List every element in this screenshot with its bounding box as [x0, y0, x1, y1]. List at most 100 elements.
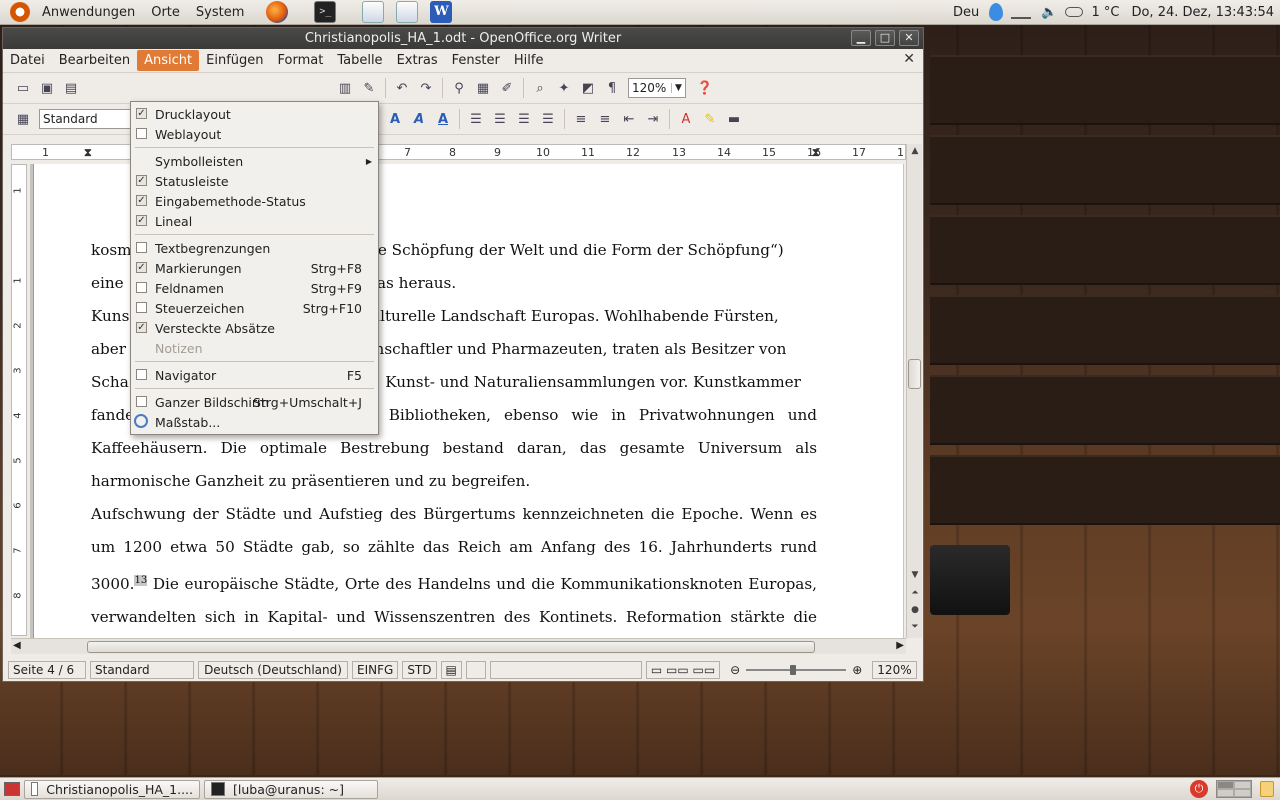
document-modified-icon[interactable]: ▤ [440, 661, 462, 679]
decrease-indent-icon[interactable]: ⇤ [618, 109, 640, 129]
text-editor-icon[interactable] [396, 1, 419, 23]
text-fragment[interactable]: Die europäische Städte, Orte des Handeln… [153, 575, 817, 593]
close-button[interactable]: ✕ [899, 30, 919, 46]
align-right-icon[interactable]: ☰ [513, 109, 535, 129]
menu-item-versteckte-absaetze[interactable]: ✓ Versteckte Absätze [131, 318, 378, 338]
zoom-slider-knob[interactable] [790, 665, 797, 675]
zoom-combobox[interactable]: 120% ▼ [628, 78, 686, 98]
menu-format[interactable]: Format [271, 50, 331, 71]
clock[interactable]: Do, 24. Dez, 13:43:54 [1131, 5, 1274, 20]
workspace-3[interactable] [1217, 789, 1234, 797]
menu-places[interactable]: Orte [143, 5, 188, 20]
menu-item-symbolleisten[interactable]: Symbolleisten ▶ [131, 151, 378, 171]
format-paintbrush-icon[interactable]: ✎ [358, 78, 380, 98]
menu-item-weblayout[interactable]: Weblayout [131, 124, 378, 144]
footnote-anchor[interactable]: 13 [134, 575, 148, 586]
view-layout-icon[interactable]: ▭ ▭▭ ▭▭ [645, 661, 721, 679]
increase-indent-icon[interactable]: ⇥ [642, 109, 664, 129]
workspace-4[interactable] [1234, 789, 1251, 797]
paste-icon[interactable]: ▥ [334, 78, 356, 98]
menu-ansicht[interactable]: Ansicht [137, 50, 200, 71]
gallery-icon[interactable]: ◩ [577, 78, 599, 98]
text-line[interactable]: 3000.13 Die europäische Städte, Orte des… [91, 564, 817, 601]
redo-icon[interactable]: ↷ [415, 78, 437, 98]
hyperlink-icon[interactable]: ⚲ [448, 78, 470, 98]
menu-item-steuerzeichen[interactable]: Steuerzeichen Strg+F10 [131, 298, 378, 318]
menu-applications[interactable]: Anwendungen [34, 5, 143, 20]
menu-hilfe[interactable]: Hilfe [507, 50, 551, 71]
zoom-slider[interactable] [746, 665, 847, 675]
next-page-icon[interactable]: ⏷ [909, 622, 921, 635]
open-icon[interactable]: ▣ [36, 78, 58, 98]
align-left-icon[interactable]: ☰ [465, 109, 487, 129]
workspace-2[interactable] [1234, 781, 1251, 789]
word-icon[interactable]: W [430, 1, 453, 23]
styles-icon[interactable]: ▦ [12, 109, 34, 129]
weather-temp[interactable]: 1 °C [1091, 5, 1119, 20]
vertical-scrollbar[interactable]: ▲ ▼ ⏶ ● ⏷ [906, 144, 922, 638]
title-bar[interactable]: Christianopolis_HA_1.odt - OpenOffice.or… [3, 28, 923, 49]
save-icon[interactable]: ▤ [60, 78, 82, 98]
menu-tabelle[interactable]: Tabelle [330, 50, 389, 71]
bold-icon[interactable]: A [384, 109, 406, 129]
menu-fenster[interactable]: Fenster [445, 50, 507, 71]
close-document-icon[interactable]: ✕ [903, 51, 915, 67]
menu-system[interactable]: System [188, 5, 252, 20]
menu-datei[interactable]: Datei [3, 50, 52, 71]
numbering-icon[interactable]: ≡ [570, 109, 592, 129]
chevron-down-icon[interactable]: ▼ [671, 83, 685, 93]
horizontal-scrollbar[interactable]: ◀ ▶ [11, 638, 906, 654]
previous-page-icon[interactable]: ⏶ [909, 588, 921, 601]
help-icon[interactable]: ❓ [694, 78, 716, 98]
task-writer[interactable]: Christianopolis_HA_1.... [24, 779, 200, 799]
language[interactable]: Deutsch (Deutschland) [198, 661, 348, 679]
scroll-right-icon[interactable]: ▶ [896, 640, 904, 651]
workspace-1[interactable] [1217, 781, 1234, 789]
task-terminal[interactable]: [luba@uranus: ~] [204, 779, 378, 799]
menu-item-massstab[interactable]: Maßstab... [131, 412, 378, 432]
network-signal-icon[interactable] [1011, 5, 1032, 19]
font-color-icon[interactable]: A [675, 109, 697, 129]
scroll-down-icon[interactable]: ▼ [909, 570, 921, 583]
draw-functions-icon[interactable]: ✐ [496, 78, 518, 98]
bullets-icon[interactable]: ≡ [594, 109, 616, 129]
text-line[interactable]: Aufschwung der Städte und Aufstieg des B… [91, 498, 817, 531]
justify-icon[interactable]: ☰ [537, 109, 559, 129]
vertical-scroll-thumb[interactable] [908, 359, 921, 389]
scroll-up-icon[interactable]: ▲ [909, 146, 921, 159]
table-icon[interactable]: ▦ [472, 78, 494, 98]
text-fragment[interactable]: 3000. [91, 575, 134, 593]
show-desktop-icon[interactable] [4, 782, 20, 796]
menu-item-lineal[interactable]: ✓ Lineal [131, 211, 378, 231]
digital-signature[interactable] [465, 661, 486, 679]
italic-icon[interactable]: A [408, 109, 430, 129]
menu-item-markierungen[interactable]: ✓ Markierungen Strg+F8 [131, 258, 378, 278]
align-center-icon[interactable]: ☰ [489, 109, 511, 129]
trash-icon[interactable] [1260, 781, 1274, 797]
minimize-button[interactable]: ▁ [851, 30, 871, 46]
highlighting-icon[interactable]: ✎ [699, 109, 721, 129]
menu-item-textbegrenzungen[interactable]: Textbegrenzungen [131, 238, 378, 258]
background-color-icon[interactable]: ▬ [723, 109, 745, 129]
text-line[interactable]: Kaffeehäusern. Die optimale Bestrebung b… [91, 432, 817, 465]
scroll-left-icon[interactable]: ◀ [13, 640, 21, 651]
zoom-in-icon[interactable]: ⊕ [852, 663, 862, 677]
weather-cloud-icon[interactable] [1065, 7, 1084, 17]
zoom-percentage[interactable]: 120% [872, 661, 917, 679]
writer-icon[interactable] [362, 1, 385, 23]
insert-mode[interactable]: EINFG [352, 661, 399, 679]
text-line[interactable]: harmonische Ganzheit zu präsentieren und… [91, 465, 817, 498]
menu-item-navigator[interactable]: Navigator F5 [131, 365, 378, 385]
keyboard-layout[interactable]: Deu [953, 5, 979, 20]
menu-item-drucklayout[interactable]: ✓ Drucklayout [131, 104, 378, 124]
page-style[interactable]: Standard [90, 661, 194, 679]
selection-mode[interactable]: STD [402, 661, 437, 679]
indent-marker-icon[interactable]: ⧗ [84, 146, 92, 159]
menu-bearbeiten[interactable]: Bearbeiten [52, 50, 137, 71]
terminal-icon[interactable]: >_ [314, 1, 337, 23]
text-line[interactable]: verwandelten sich in Kapital- und Wissen… [91, 601, 817, 634]
formatting-marks-icon[interactable]: ¶ [601, 78, 623, 98]
menu-item-eingabemethode-status[interactable]: ✓ Eingabemethode-Status [131, 191, 378, 211]
menu-item-ganzer-bildschirm[interactable]: Ganzer Bildschirm Strg+Umschalt+J [131, 392, 378, 412]
navigator-icon[interactable]: ✦ [553, 78, 575, 98]
